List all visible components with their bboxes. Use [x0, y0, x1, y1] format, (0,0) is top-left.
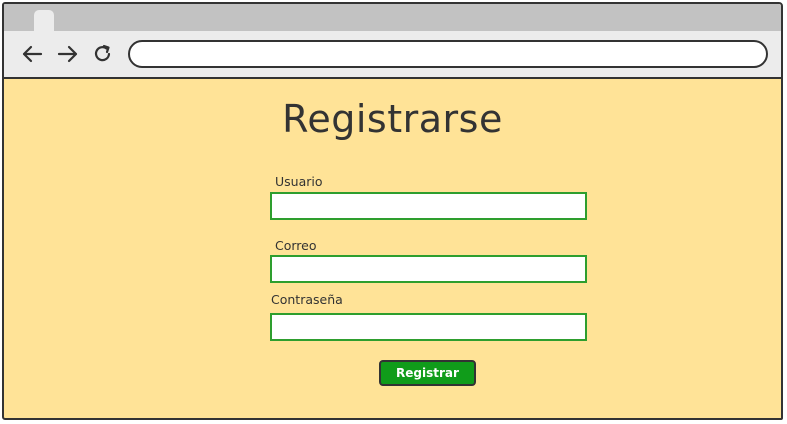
arrow-left-icon [22, 45, 43, 63]
forward-button[interactable] [56, 42, 80, 66]
back-button[interactable] [20, 42, 44, 66]
username-field[interactable] [270, 192, 587, 220]
page-content: Registrarse Usuario Correo Contraseña Re… [4, 79, 781, 418]
register-button[interactable]: Registrar [379, 360, 476, 386]
email-label: Correo [275, 238, 317, 253]
username-label: Usuario [275, 174, 323, 189]
browser-window: Registrarse Usuario Correo Contraseña Re… [2, 2, 783, 420]
arrow-right-icon [57, 45, 78, 63]
password-field[interactable] [270, 313, 587, 341]
address-bar[interactable] [128, 40, 768, 68]
browser-toolbar [4, 31, 781, 79]
page-title: Registrarse [282, 97, 503, 141]
reload-icon [94, 44, 111, 62]
password-label: Contraseña [271, 292, 343, 307]
tab-strip [4, 4, 781, 32]
browser-tab[interactable] [34, 10, 54, 32]
reload-button[interactable] [91, 42, 115, 66]
email-field[interactable] [270, 255, 587, 283]
